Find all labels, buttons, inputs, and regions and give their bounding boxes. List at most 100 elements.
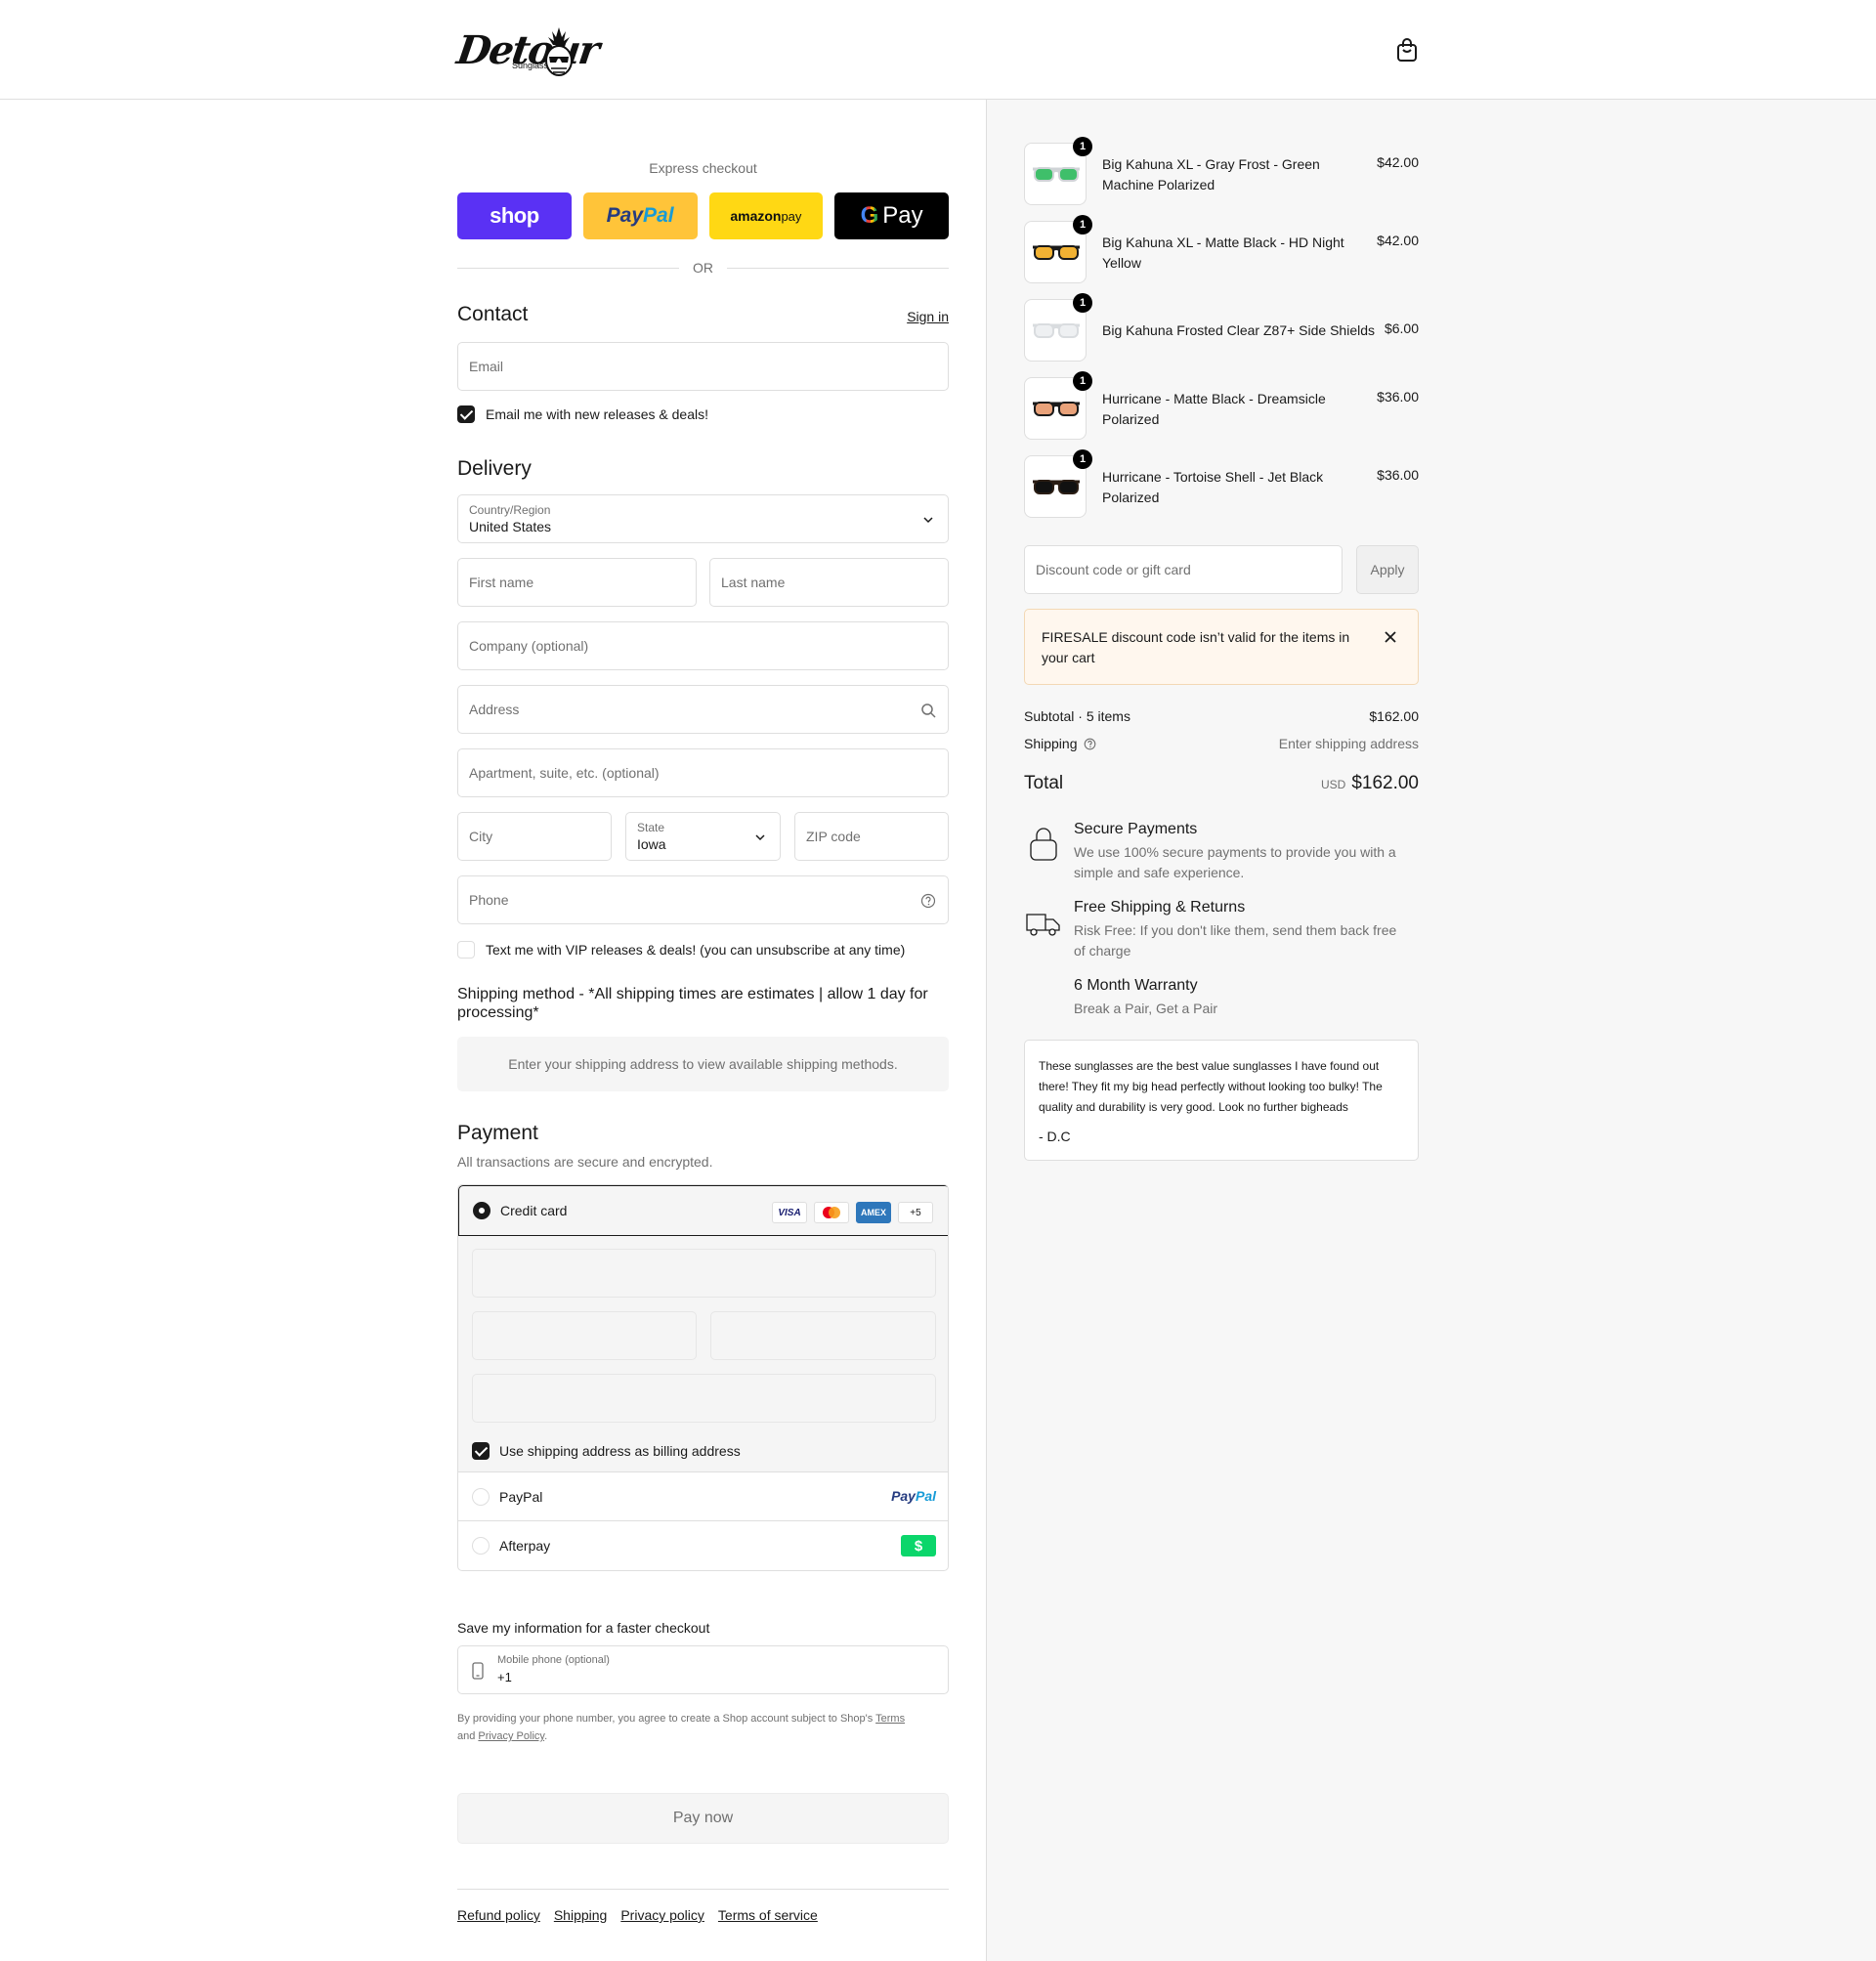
state-value: Iowa [637, 836, 666, 852]
first-name-field[interactable]: First name [457, 558, 697, 607]
total-value: $162.00 [1351, 773, 1419, 793]
paypal-radio[interactable] [472, 1488, 490, 1506]
product-price: $42.00 [1377, 154, 1419, 170]
shop-legal-text: By providing your phone number, you agre… [457, 1710, 949, 1745]
subtotal-label: Subtotal · 5 items [1024, 708, 1130, 724]
phone-placeholder: Phone [469, 892, 509, 908]
email-field[interactable]: Email [457, 342, 949, 391]
privacy-link[interactable]: Privacy Policy [478, 1730, 544, 1742]
apply-discount-button[interactable]: Apply [1356, 545, 1419, 594]
save-info-heading: Save my information for a faster checkou… [457, 1620, 710, 1636]
sms-label: Text me with VIP releases & deals! (you … [486, 942, 906, 958]
shop-pay-label: shop [490, 203, 539, 228]
credit-card-form: Use shipping address as billing address [458, 1236, 948, 1472]
paypal-logo-pal: Pal [643, 204, 674, 227]
cart-item: 1 Hurricane - Matte Black - Dreamsicle Po… [1024, 371, 1419, 442]
apartment-field[interactable]: Apartment, suite, etc. (optional) [457, 748, 949, 797]
review-text: These sunglasses are the best value sung… [1039, 1059, 1383, 1114]
express-checkout-label: Express checkout [649, 160, 757, 176]
terms-of-service-link[interactable]: Terms of service [718, 1907, 818, 1923]
shipping-method-notice: Enter your shipping address to view avai… [457, 1037, 949, 1091]
phone-field[interactable]: Phone [457, 875, 949, 924]
privacy-policy-link[interactable]: Privacy policy [620, 1907, 704, 1923]
apply-label: Apply [1370, 562, 1405, 577]
product-name: Hurricane - Matte Black - Dreamsicle Pol… [1102, 391, 1326, 427]
card-name-field[interactable] [472, 1374, 936, 1423]
paypal-logo: PayPal [891, 1488, 936, 1504]
terms-link[interactable]: Terms [875, 1713, 905, 1725]
header: Detour Sunglasses [0, 0, 1876, 100]
search-icon [921, 703, 936, 718]
product-price: $6.00 [1384, 320, 1419, 336]
city-field[interactable]: City [457, 812, 612, 861]
mobile-phone-icon [472, 1662, 484, 1680]
afterpay-label: Afterpay [499, 1538, 551, 1554]
amazon-logo: amazon [730, 208, 782, 224]
legal-text-end: . [544, 1730, 548, 1742]
product-price: $42.00 [1377, 233, 1419, 248]
shipping-value: Enter shipping address [1278, 736, 1419, 751]
card-expiry-field[interactable] [472, 1311, 697, 1360]
product-price: $36.00 [1377, 389, 1419, 405]
feature-secure-payments: Secure Payments We use 100% secure payme… [1024, 821, 1419, 880]
afterpay-option[interactable]: Afterpay $ [458, 1521, 948, 1570]
product-price: $36.00 [1377, 467, 1419, 483]
billing-same-checkbox[interactable] [472, 1442, 490, 1460]
review-author: - D.C [1039, 1129, 1071, 1144]
store-logo[interactable]: Detour Sunglasses [454, 25, 601, 76]
payment-subtitle: All transactions are secure and encrypte… [457, 1154, 713, 1170]
mastercard-circles [823, 1207, 840, 1218]
shipping-policy-link[interactable]: Shipping [554, 1907, 608, 1923]
help-circle-icon[interactable] [1084, 738, 1096, 750]
newsletter-checkbox[interactable] [457, 405, 475, 423]
discount-code-field[interactable]: Discount code or gift card [1024, 545, 1343, 594]
google-pay-label: Pay [882, 202, 923, 229]
company-field[interactable]: Company (optional) [457, 621, 949, 670]
pay-now-button[interactable]: Pay now [457, 1793, 949, 1844]
chevron-down-icon [923, 517, 933, 524]
credit-card-radio[interactable] [473, 1202, 490, 1219]
shopping-bag-icon[interactable] [1395, 37, 1419, 63]
paypal-option[interactable]: PayPal PayPal [458, 1472, 948, 1521]
zip-field[interactable]: ZIP code [794, 812, 949, 861]
feature-desc: Risk Free: If you don't like them, send … [1074, 922, 1397, 959]
email-placeholder: Email [469, 359, 504, 374]
close-icon[interactable] [1383, 629, 1398, 645]
delivery-heading: Delivery [457, 457, 532, 480]
feature-warranty: 6 Month Warranty Break a Pair, Get a Pai… [1024, 977, 1419, 1026]
refund-policy-link[interactable]: Refund policy [457, 1907, 540, 1923]
shop-phone-field[interactable]: Mobile phone (optional) +1 [457, 1645, 949, 1694]
zip-placeholder: ZIP code [806, 829, 861, 844]
afterpay-radio[interactable] [472, 1537, 490, 1555]
paypal-logo-pay: Pay [606, 204, 644, 227]
state-label: State [637, 821, 665, 834]
product-name: Big Kahuna XL - Gray Frost - Green Machi… [1102, 156, 1320, 192]
total-row: Total USD $162.00 [1024, 773, 1419, 794]
city-placeholder: City [469, 829, 493, 844]
quantity-badge: 1 [1073, 293, 1092, 313]
paypal-label: PayPal [499, 1489, 543, 1505]
sign-in-link[interactable]: Sign in [907, 309, 949, 324]
last-name-field[interactable]: Last name [709, 558, 949, 607]
shipping-label: Shipping [1024, 736, 1078, 751]
google-pay-button[interactable]: G Pay [834, 192, 949, 239]
country-select[interactable]: Country/Region United States [457, 494, 949, 543]
help-circle-icon[interactable] [920, 893, 936, 909]
customer-review: These sunglasses are the best value sung… [1024, 1040, 1419, 1161]
state-select[interactable]: State Iowa [625, 812, 781, 861]
card-number-field[interactable] [472, 1249, 936, 1298]
amex-icon: AMEX [856, 1202, 891, 1223]
country-value: United States [469, 519, 552, 534]
or-divider: OR [457, 258, 949, 277]
shop-pay-button[interactable]: shop [457, 192, 572, 239]
address-field[interactable]: Address [457, 685, 949, 734]
card-cvv-field[interactable] [710, 1311, 936, 1360]
credit-card-option[interactable]: Credit card VISA AMEX +5 [458, 1185, 948, 1236]
amazon-pay-button[interactable]: amazon pay [708, 192, 824, 239]
payment-methods: Credit card VISA AMEX +5 Use shipping ad… [457, 1184, 949, 1571]
feature-desc: We use 100% secure payments to provide y… [1074, 844, 1396, 880]
sms-checkbox[interactable] [457, 941, 475, 959]
subtotal-row: Subtotal · 5 items $162.00 [1024, 708, 1419, 724]
paypal-express-button[interactable]: Pay Pal [582, 192, 698, 239]
credit-card-label: Credit card [500, 1203, 568, 1218]
